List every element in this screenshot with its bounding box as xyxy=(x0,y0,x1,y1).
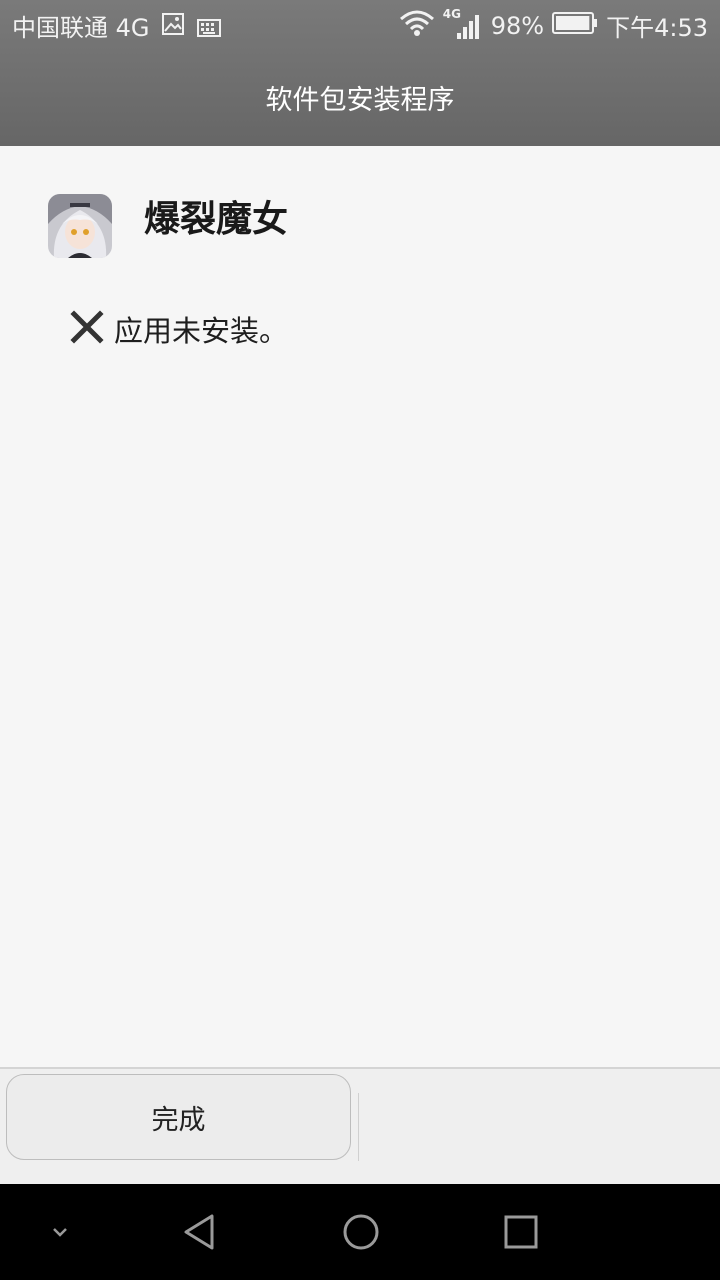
done-button[interactable]: 完成 xyxy=(6,1074,351,1160)
home-icon[interactable] xyxy=(331,1184,391,1280)
keyboard-icon xyxy=(197,15,221,43)
installer-screen: 中国联通 4G 4G 98% 下午4:53 软件包安装程序 爆裂魔女 应用未安装… xyxy=(0,0,720,1280)
install-result: 应用未安装。 xyxy=(70,308,288,350)
app-icon xyxy=(48,194,112,258)
top-bar: 中国联通 4G 4G 98% 下午4:53 软件包安装程序 xyxy=(0,0,720,146)
action-bar: 完成 xyxy=(0,1067,720,1186)
status-right-group: 4G 98% 下午4:53 xyxy=(399,7,708,43)
battery-icon xyxy=(552,11,598,41)
recents-icon[interactable] xyxy=(491,1184,551,1280)
wifi-icon xyxy=(399,9,435,43)
status-bar: 中国联通 4G 4G 98% 下午4:53 xyxy=(0,0,720,50)
carrier-label: 中国联通 4G xyxy=(12,14,150,42)
app-name: 爆裂魔女 xyxy=(144,199,289,240)
battery-percent: 98% xyxy=(490,11,545,40)
button-divider xyxy=(358,1093,359,1161)
image-notification-icon xyxy=(161,12,185,42)
back-icon[interactable] xyxy=(170,1184,230,1280)
collapse-chevron-icon[interactable] xyxy=(36,1184,84,1280)
close-x-icon xyxy=(70,310,104,348)
navigation-bar xyxy=(0,1184,720,1280)
signal-icon: 4G xyxy=(443,7,483,41)
page-title: 软件包安装程序 xyxy=(265,85,455,116)
result-message: 应用未安装。 xyxy=(114,314,289,348)
clock: 下午4:53 xyxy=(606,14,708,42)
